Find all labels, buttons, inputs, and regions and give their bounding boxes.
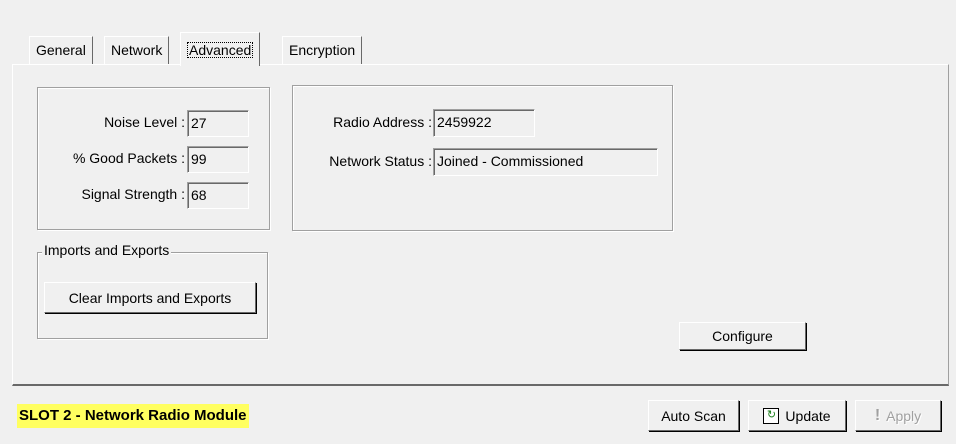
apply-label: Apply [886, 407, 922, 424]
apply-button[interactable]: ! Apply [855, 400, 941, 431]
tab-general[interactable]: General [29, 36, 93, 64]
tab-encryption[interactable]: Encryption [282, 36, 363, 64]
tab-general-label: General [36, 42, 86, 58]
tab-encryption-label: Encryption [289, 42, 356, 58]
slot-title: SLOT 2 - Network Radio Module [17, 404, 249, 428]
configure-button[interactable]: Configure [679, 322, 806, 350]
imports-exports-title: Imports and Exports [42, 242, 172, 258]
clear-imports-exports-button[interactable]: Clear Imports and Exports [44, 282, 256, 313]
signal-strength-field: 68 [187, 182, 249, 209]
radio-address-field: 2459922 [433, 109, 535, 137]
good-packets-label: % Good Packets : [72, 150, 185, 166]
good-packets-field: 99 [187, 146, 249, 173]
auto-scan-button[interactable]: Auto Scan [648, 400, 739, 431]
network-status-field: Joined - Commissioned [433, 148, 658, 176]
radio-address-label: Radio Address : [333, 114, 432, 130]
update-label: Update [785, 407, 831, 424]
noise-level-field: 27 [187, 110, 249, 137]
tab-network[interactable]: Network [104, 36, 170, 64]
tab-advanced[interactable]: Advanced [180, 32, 261, 66]
update-button[interactable]: ↻ Update [748, 400, 846, 431]
exclamation-icon: ! [874, 406, 881, 424]
tab-advanced-label: Advanced [187, 42, 254, 58]
auto-scan-label: Auto Scan [661, 407, 726, 424]
noise-level-label: Noise Level : [104, 114, 185, 130]
network-status-label: Network Status : [329, 153, 432, 169]
refresh-icon: ↻ [763, 407, 780, 424]
signal-strength-label: Signal Strength : [81, 186, 185, 202]
tab-network-label: Network [111, 42, 163, 58]
